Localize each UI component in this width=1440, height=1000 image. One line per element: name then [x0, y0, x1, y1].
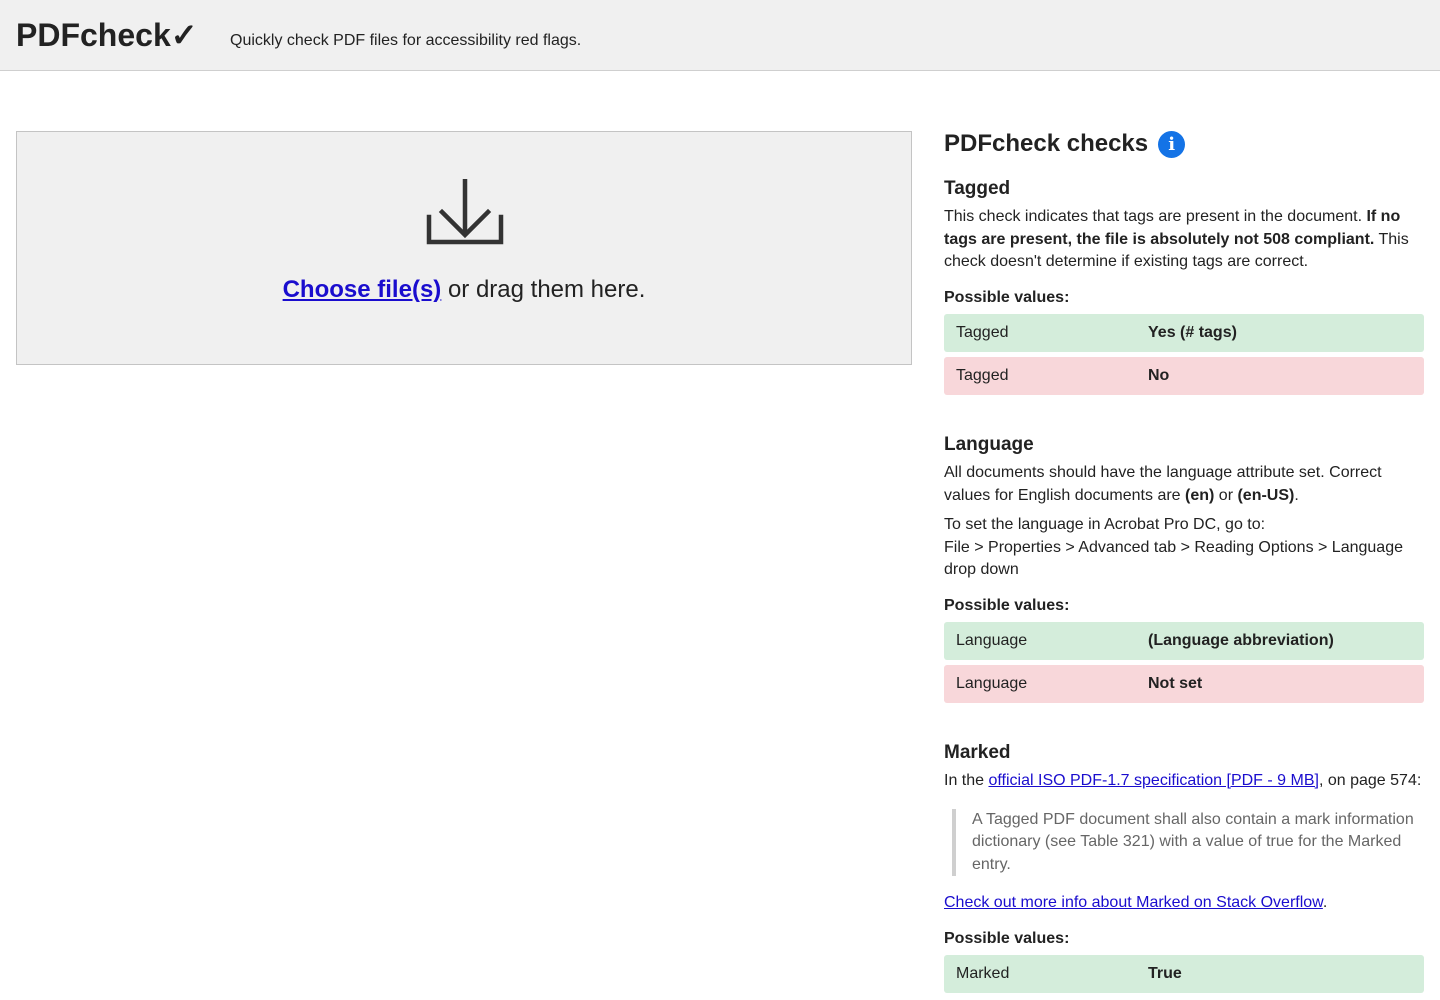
stack-overflow-link[interactable]: Check out more info about Marked on Stac…: [944, 894, 1323, 911]
info-icon[interactable]: i: [1158, 130, 1186, 158]
marked-value-pass: Marked True: [944, 955, 1424, 993]
tagged-value-fail: Tagged No: [944, 357, 1424, 395]
file-dropzone[interactable]: Choose file(s) or drag them here.: [16, 131, 912, 365]
language-howto: To set the language in Acrobat Pro DC, g…: [944, 516, 1403, 578]
tagged-heading: Tagged: [944, 178, 1011, 199]
tagged-possible-label: Possible values:: [944, 288, 1070, 306]
drag-hint: or drag them here.: [441, 276, 646, 303]
language-value-pass: Language (Language abbreviation): [944, 622, 1424, 660]
tagline: Quickly check PDF files for accessibilit…: [230, 32, 582, 49]
logo[interactable]: PDFcheck✓: [16, 14, 198, 56]
checks-panel: PDFcheck checks i Tagged This check indi…: [944, 124, 1424, 993]
spec-quote: A Tagged PDF document shall also contain…: [952, 808, 1424, 876]
checks-title: PDFcheck checks: [944, 130, 1149, 157]
marked-intro: In the official ISO PDF-1.7 specificatio…: [944, 772, 1422, 789]
marked-possible-label: Possible values:: [944, 929, 1070, 947]
marked-heading: Marked: [944, 742, 1011, 763]
choose-files-link[interactable]: Choose file(s): [283, 276, 442, 303]
site-header: PDFcheck✓ Quickly check PDF files for ac…: [0, 0, 1440, 71]
language-possible-label: Possible values:: [944, 596, 1070, 614]
iso-spec-link[interactable]: official ISO PDF-1.7 specification [PDF …: [988, 772, 1318, 789]
download-icon: [426, 179, 504, 245]
stack-overflow-line: Check out more info about Marked on Stac…: [944, 894, 1328, 911]
dropzone-text: Choose file(s) or drag them here.: [17, 273, 911, 307]
language-heading: Language: [944, 434, 1034, 455]
language-value-fail: Language Not set: [944, 665, 1424, 703]
language-description: All documents should have the language a…: [944, 464, 1382, 504]
tagged-description: This check indicates that tags are prese…: [944, 208, 1409, 270]
tagged-value-pass: Tagged Yes (# tags): [944, 314, 1424, 352]
